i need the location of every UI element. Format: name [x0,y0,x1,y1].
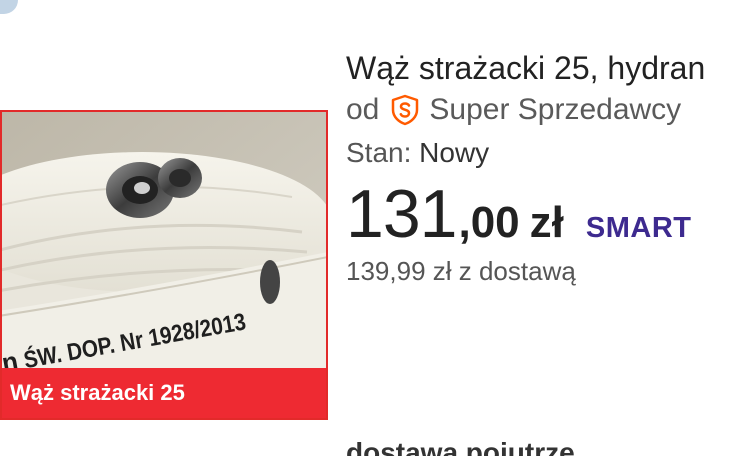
corner-decoration [0,0,18,14]
product-listing: n ŚW. DOP. Nr 1928/2013 Wąż strażacki 25… [0,0,730,456]
price-fraction: ,00 [458,198,520,247]
seller-prefix: od [346,93,380,126]
smart-badge: SMART [585,212,692,244]
price-with-delivery: 139,99 zł z dostawą [346,256,576,286]
product-title[interactable]: Wąż strażacki 25, hydran [346,48,730,88]
product-image[interactable]: n ŚW. DOP. Nr 1928/2013 Wąż strażacki 25 [0,110,328,420]
fire-hose-image: n ŚW. DOP. Nr 1928/2013 [2,112,326,370]
super-seller-icon [389,94,421,126]
seller-line: od Super Sprzedawcy [346,90,730,130]
price-integer: 131 [346,176,457,252]
price-row: 131 ,00 zł SMART [346,178,730,250]
product-details: Wąż strażacki 25, hydran od Super Sprzed… [346,48,730,288]
condition-line: Stan: Nowy [346,136,730,170]
seller-label[interactable]: Super Sprzedawcy [429,90,681,130]
condition-value: Nowy [419,137,490,168]
delivery-note: dostawa pojutrze [346,437,575,456]
image-caption: Wąż strażacki 25 [2,368,326,418]
condition-label: Stan: [346,137,412,168]
price-currency: zł [529,198,564,247]
